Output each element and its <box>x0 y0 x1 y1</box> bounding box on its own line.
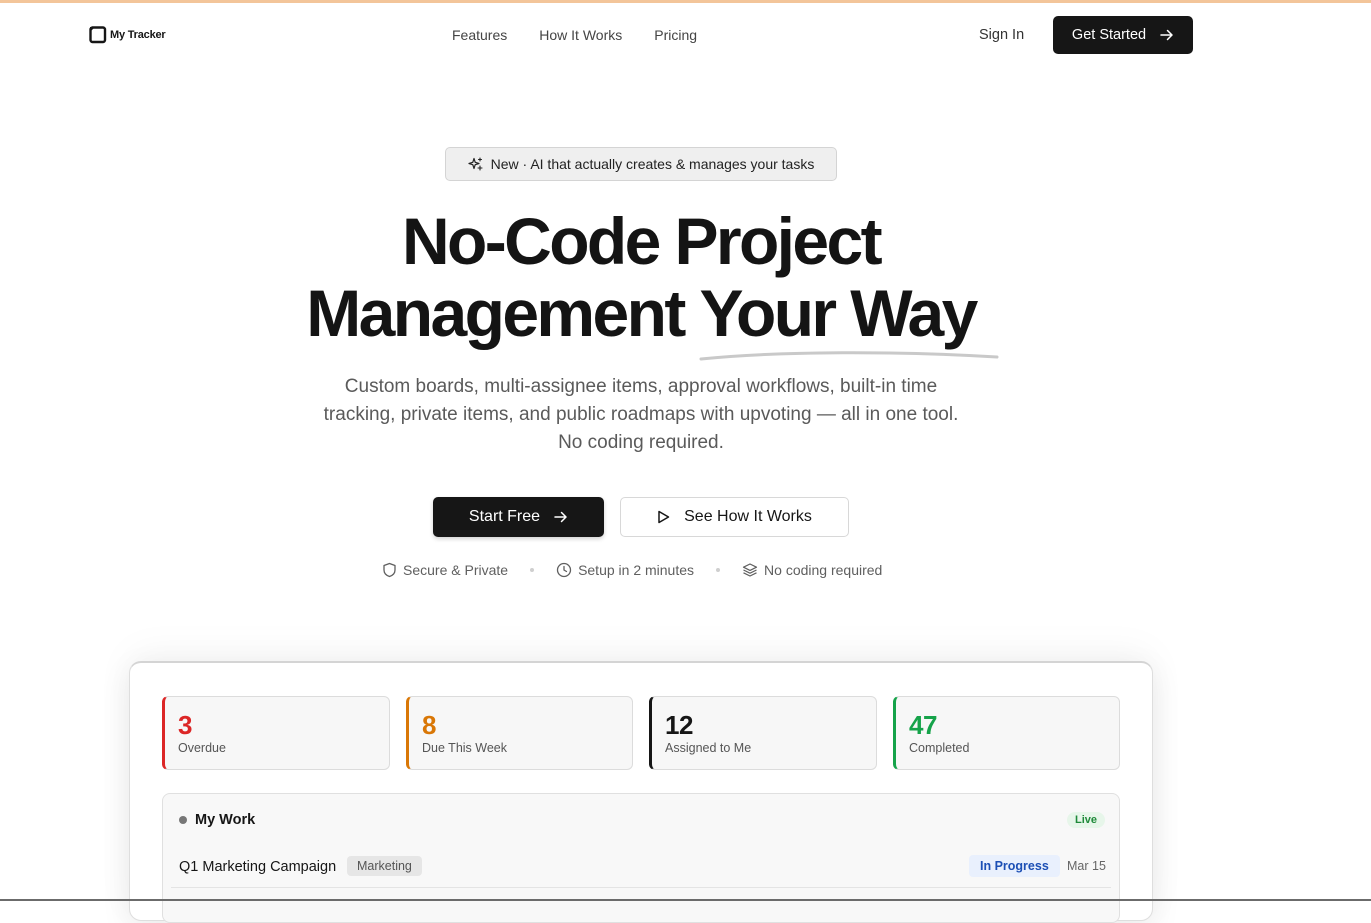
start-free-label: Start Free <box>468 508 541 525</box>
sign-in-link[interactable]: Sign In <box>979 27 1024 43</box>
stat-label: Completed <box>909 741 970 755</box>
headline-line-2a: Management <box>306 276 700 350</box>
get-started-button[interactable]: Get Started <box>1053 16 1193 54</box>
my-work-header: My Work <box>179 812 255 828</box>
play-icon <box>658 510 670 524</box>
status-dot <box>179 816 187 824</box>
headline-line-1: No-Code Project <box>401 204 883 278</box>
stat-card-completed[interactable]: 47 Completed <box>893 696 1120 770</box>
start-free-button[interactable]: Start Free <box>433 497 604 537</box>
my-work-section: My Work Live Q1 Marketing Campaign Marke… <box>162 793 1120 923</box>
layers-icon <box>742 563 758 577</box>
dashboard-preview: 3 Overdue 8 Due This Week 12 Assigned to… <box>129 661 1153 923</box>
see-how-label: See How It Works <box>684 508 812 525</box>
task-tag: Marketing <box>347 856 422 876</box>
live-badge: Live <box>1066 812 1105 828</box>
see-how-it-works-button[interactable]: See How It Works <box>620 497 849 537</box>
announcement-text: New · AI that actually creates & manages… <box>490 156 815 172</box>
separator-dot <box>530 568 535 572</box>
stat-value: 8 <box>422 710 436 740</box>
trust-item-secure: Secure & Private <box>382 562 508 578</box>
headline-line-2b: Your Way <box>699 276 978 350</box>
clock-icon <box>556 562 572 578</box>
trust-label-secure: Secure & Private <box>403 562 509 578</box>
task-title: Q1 Marketing Campaign <box>179 859 337 875</box>
brand-logo[interactable]: My Tracker <box>88 25 166 44</box>
sparkle-icon <box>468 156 483 171</box>
stat-card-assigned[interactable]: 12 Assigned to Me <box>649 696 877 770</box>
nav-links: Features How It Works Pricing <box>452 27 697 43</box>
trust-label-setup: Setup in 2 minutes <box>578 562 695 578</box>
announcement-badge[interactable]: New · AI that actually creates & manages… <box>445 147 837 181</box>
trust-indicators: Secure & Private Setup in 2 minutes No c… <box>382 562 882 578</box>
stat-label: Assigned to Me <box>665 741 752 755</box>
stat-value: 47 <box>909 710 937 740</box>
stat-card-due-this-week[interactable]: 8 Due This Week <box>406 696 633 770</box>
trust-item-no-code: No coding required <box>742 562 882 578</box>
stat-value: 3 <box>178 710 192 740</box>
task-due-date: Mar 15 <box>1067 859 1106 873</box>
shield-icon <box>383 562 396 578</box>
headline-highlight: Your Way <box>699 276 999 361</box>
task-status-badge: In Progress <box>969 855 1060 877</box>
brand-name: My Tracker <box>110 28 166 41</box>
nav-link-features[interactable]: Features <box>452 27 507 43</box>
my-work-title: My Work <box>195 812 256 828</box>
stat-label: Overdue <box>178 741 226 755</box>
nav-link-pricing[interactable]: Pricing <box>654 27 697 43</box>
separator-dot <box>716 568 721 572</box>
arrow-right-icon <box>1160 29 1173 41</box>
scribble-underline <box>699 351 999 361</box>
trust-item-setup: Setup in 2 minutes <box>556 562 694 578</box>
stat-label: Due This Week <box>422 741 507 755</box>
logo-icon <box>89 26 107 44</box>
task-row[interactable]: Q1 Marketing Campaign Marketing In Progr… <box>171 852 1111 888</box>
get-started-label: Get Started <box>1071 27 1147 43</box>
trust-label-no-code: No coding required <box>764 562 883 578</box>
stat-card-overdue[interactable]: 3 Overdue <box>162 696 390 770</box>
hero-headline: No-Code Project Management Your Way <box>0 204 1282 361</box>
arrow-right-icon <box>554 511 567 523</box>
stat-value: 12 <box>665 710 693 740</box>
top-navigation: My Tracker Features How It Works Pricing… <box>0 3 1371 67</box>
hero-subtitle: Custom boards, multi-assignee items, app… <box>323 376 959 453</box>
nav-link-how-it-works[interactable]: How It Works <box>539 27 622 43</box>
